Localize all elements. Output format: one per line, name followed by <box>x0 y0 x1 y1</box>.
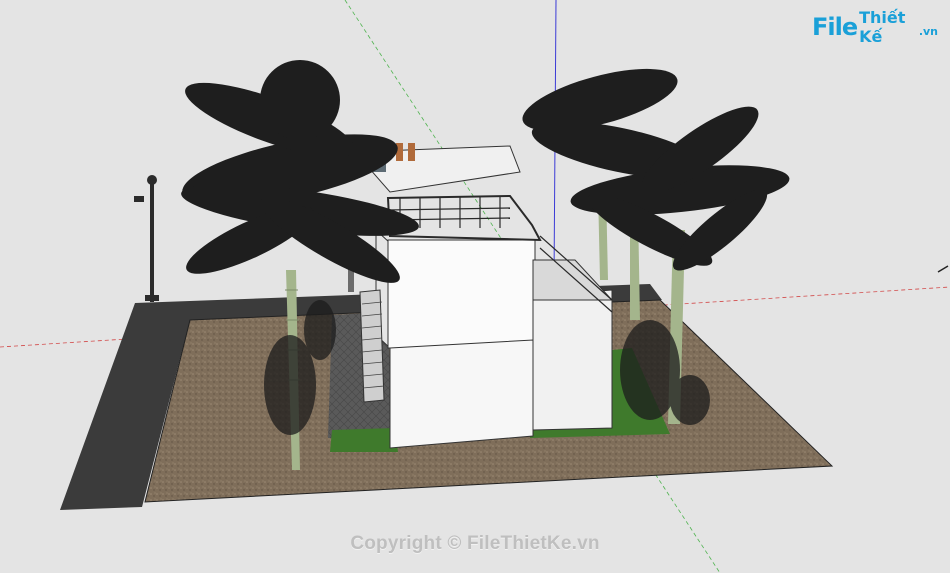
side-wing <box>532 289 613 431</box>
lawn <box>330 428 398 452</box>
copyright-watermark: Copyright © FileThietKe.vn <box>350 533 600 554</box>
logo-brand-text: Thiết Kế <box>859 8 906 46</box>
edge-marker <box>937 265 949 273</box>
logo-file-text: File <box>812 13 858 41</box>
upper-block-front <box>387 239 536 349</box>
3d-model-viewport[interactable] <box>0 0 950 573</box>
lower-block-front <box>389 339 534 449</box>
logo-suffix-text: .vn <box>918 24 938 38</box>
street-lamp <box>134 175 159 302</box>
stairs <box>359 289 385 403</box>
chimney-2 <box>408 143 415 161</box>
site-logo: File Thiết Kế .vn <box>812 8 938 46</box>
